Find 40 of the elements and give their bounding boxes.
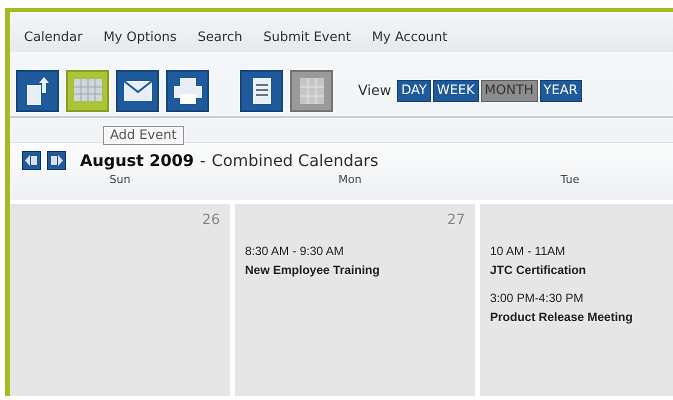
- export-button[interactable]: [16, 70, 59, 112]
- event-title[interactable]: JTC Certification: [490, 263, 670, 277]
- event-time: 8:30 AM - 9:30 AM: [245, 244, 345, 258]
- grid-icon: [298, 76, 324, 104]
- calendar-month: August 2009: [80, 151, 194, 170]
- event-title[interactable]: Product Release Meeting: [490, 310, 670, 324]
- view-tab[interactable]: DAY: [397, 80, 431, 102]
- menu-item[interactable]: Submit Event: [263, 30, 351, 52]
- grid-view-button[interactable]: [290, 70, 333, 112]
- view-tab[interactable]: YEAR: [540, 80, 582, 102]
- next-button[interactable]: [47, 151, 66, 170]
- day-number: 27: [447, 212, 465, 230]
- export-icon: [24, 74, 50, 106]
- previous-icon: [25, 155, 38, 166]
- menu-item[interactable]: Search: [198, 30, 242, 52]
- menu-item[interactable]: My Options: [103, 30, 177, 52]
- event-title[interactable]: New Employee Training: [245, 263, 465, 277]
- print-button[interactable]: [166, 70, 209, 112]
- menu-item[interactable]: Calendar: [24, 30, 82, 52]
- calendar-grid-icon: [72, 78, 102, 104]
- weekday-label: Sun: [110, 173, 130, 186]
- tooltip: Add Event: [103, 126, 184, 145]
- view-label: View: [358, 82, 392, 98]
- envelope-icon: [122, 80, 152, 102]
- weekday-label: Mon: [338, 173, 362, 186]
- event-time: 10 AM - 11AM: [490, 244, 566, 258]
- event-time: 3:00 PM-4:30 PM: [490, 291, 584, 305]
- email-button[interactable]: [116, 70, 159, 112]
- list-icon: [252, 76, 272, 104]
- menu-item[interactable]: My Account: [372, 30, 448, 52]
- calendar-subtitle: Combined Calendars: [212, 151, 378, 170]
- weekday-label: Tue: [560, 173, 580, 186]
- view-tab[interactable]: MONTH: [480, 80, 538, 102]
- title-separator: -: [200, 151, 206, 170]
- list-view-button[interactable]: [240, 70, 283, 112]
- view-tab[interactable]: WEEK: [432, 80, 479, 102]
- next-icon: [50, 155, 63, 166]
- printer-icon: [172, 76, 202, 104]
- previous-button[interactable]: [22, 151, 41, 170]
- day-number: 26: [202, 212, 220, 230]
